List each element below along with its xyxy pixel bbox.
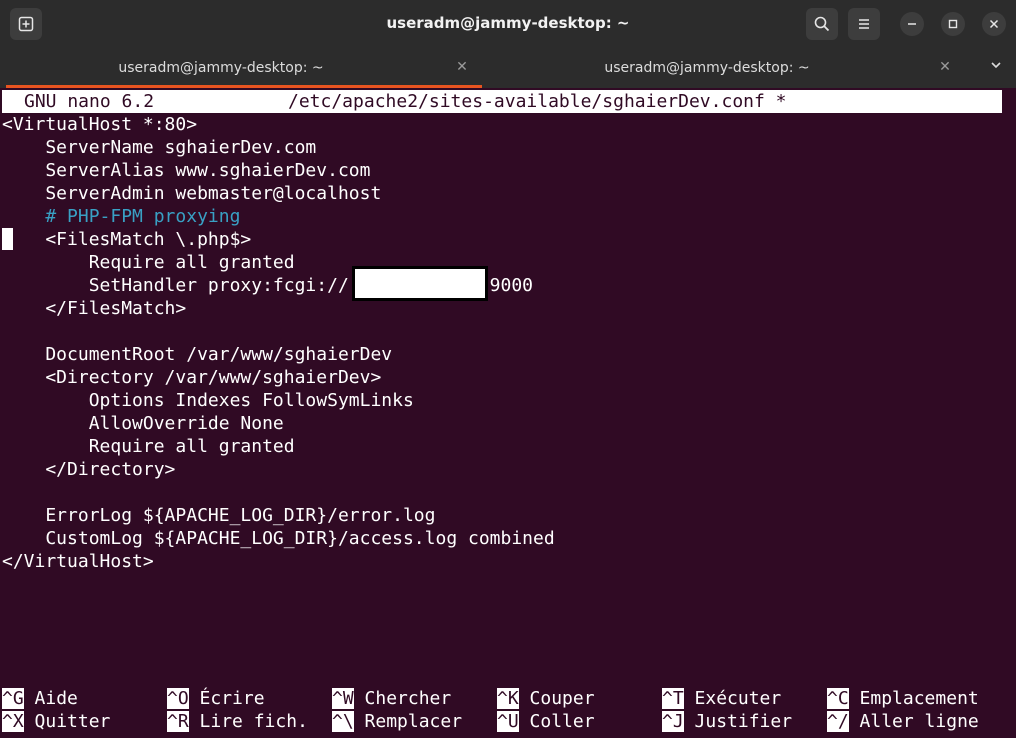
- shortcut-item[interactable]: ^G Aide: [2, 687, 78, 710]
- shortcut-key: ^J: [662, 711, 684, 732]
- shortcut-key: ^\: [332, 711, 354, 732]
- minimize-icon: [908, 23, 916, 25]
- terminal-area[interactable]: GNU nano 6.2 /etc/apache2/sites-availabl…: [0, 88, 1016, 738]
- shortcut-label: Justifier: [694, 711, 793, 732]
- text-cursor: [2, 228, 13, 250]
- hamburger-menu-icon: [859, 19, 869, 29]
- shortcut-label: Aller ligne: [859, 711, 979, 732]
- shortcut-item[interactable]: ^C Emplacement: [827, 687, 979, 710]
- shortcut-item[interactable]: ^O Écrire: [167, 687, 265, 710]
- file-line: Require all granted: [2, 436, 295, 457]
- shortcut-key: ^C: [827, 688, 849, 709]
- redaction-box: [352, 266, 488, 301]
- tab-2[interactable]: useradm@jammy-desktop: ~ ✕: [482, 48, 972, 88]
- shortcut-key: ^R: [167, 711, 189, 732]
- shortcut-item[interactable]: ^U Coller: [497, 710, 595, 733]
- file-line: AllowOverride None: [2, 413, 284, 434]
- maximize-icon: [948, 19, 958, 29]
- shortcut-label: Quitter: [34, 711, 111, 732]
- shortcut-label: Emplacement: [859, 688, 979, 709]
- file-line: CustomLog ${APACHE_LOG_DIR}/access.log c…: [2, 528, 555, 549]
- shortcut-label: Écrire: [199, 688, 265, 709]
- file-line: DocumentRoot /var/www/sghaierDev: [2, 344, 393, 365]
- chevron-down-icon: [991, 62, 1001, 69]
- shortcut-key: ^W: [332, 688, 354, 709]
- nano-version: GNU nano 6.2: [24, 91, 155, 112]
- minimize-button[interactable]: [900, 12, 924, 36]
- file-line: Require all granted: [2, 252, 295, 273]
- tab-2-label: useradm@jammy-desktop: ~: [604, 60, 810, 76]
- close-icon: [989, 19, 999, 29]
- tab-1-label: useradm@jammy-desktop: ~: [118, 60, 324, 76]
- shortcut-item[interactable]: ^J Justifier: [662, 710, 792, 733]
- shortcut-item[interactable]: ^/ Aller ligne: [827, 710, 979, 733]
- file-line-comment: # PHP-FPM proxying: [2, 206, 241, 227]
- shortcut-item[interactable]: ^K Couper: [497, 687, 595, 710]
- file-line: </Directory>: [2, 459, 176, 480]
- new-tab-button[interactable]: [10, 8, 42, 40]
- shortcut-label: Lire fich.: [199, 711, 308, 732]
- file-line: </VirtualHost>: [2, 551, 154, 572]
- file-line: ServerAlias www.sghaierDev.com: [2, 160, 371, 181]
- shortcut-item[interactable]: ^T Exécuter: [662, 687, 781, 710]
- tab-bar: useradm@jammy-desktop: ~ ✕ useradm@jammy…: [0, 48, 1016, 88]
- shortcut-item[interactable]: ^R Lire fich.: [167, 710, 308, 733]
- shortcut-label: Coller: [529, 711, 595, 732]
- close-button[interactable]: [982, 12, 1006, 36]
- shortcut-label: Chercher: [364, 688, 452, 709]
- terminal-scrollbar[interactable]: [1004, 88, 1016, 738]
- file-line: <FilesMatch \.php$>: [2, 229, 252, 250]
- shortcut-key: ^K: [497, 688, 519, 709]
- tab-1-close-icon[interactable]: ✕: [453, 59, 471, 75]
- search-icon: [814, 16, 830, 32]
- tabs-dropdown-button[interactable]: [986, 58, 1006, 78]
- shortcut-key: ^G: [2, 688, 24, 709]
- shortcut-label: Exécuter: [694, 688, 782, 709]
- shortcut-key: ^X: [2, 711, 24, 732]
- shortcut-item[interactable]: ^W Chercher: [332, 687, 451, 710]
- shortcut-key: ^T: [662, 688, 684, 709]
- shortcut-label: Remplacer: [364, 711, 463, 732]
- file-line: <VirtualHost *:80>: [2, 114, 198, 135]
- menu-button[interactable]: [848, 8, 880, 40]
- shortcut-label: Aide: [34, 688, 78, 709]
- shortcut-label: Couper: [529, 688, 595, 709]
- search-button[interactable]: [806, 8, 838, 40]
- shortcut-key: ^O: [167, 688, 189, 709]
- nano-filename: /etc/apache2/sites-available/sghaierDev.…: [288, 91, 787, 112]
- file-line: ServerName sghaierDev.com: [2, 137, 317, 158]
- file-line: ServerAdmin webmaster@localhost: [2, 183, 382, 204]
- maximize-button[interactable]: [941, 12, 965, 36]
- nano-header-bar: GNU nano 6.2 /etc/apache2/sites-availabl…: [2, 90, 1002, 113]
- tab-2-close-icon[interactable]: ✕: [936, 59, 954, 75]
- shortcut-item[interactable]: ^\ Remplacer: [332, 710, 462, 733]
- tab-1[interactable]: useradm@jammy-desktop: ~ ✕: [0, 48, 482, 88]
- file-line: <Directory /var/www/sghaierDev>: [2, 367, 382, 388]
- file-line: </FilesMatch>: [2, 298, 187, 319]
- file-line: Options Indexes FollowSymLinks: [2, 390, 414, 411]
- shortcut-key: ^U: [497, 711, 519, 732]
- shortcut-item[interactable]: ^X Quitter: [2, 710, 110, 733]
- window-titlebar: useradm@jammy-desktop: ~: [0, 0, 1016, 48]
- new-tab-icon: [18, 16, 34, 32]
- shortcut-key: ^/: [827, 711, 849, 732]
- file-line: ErrorLog ${APACHE_LOG_DIR}/error.log: [2, 505, 436, 526]
